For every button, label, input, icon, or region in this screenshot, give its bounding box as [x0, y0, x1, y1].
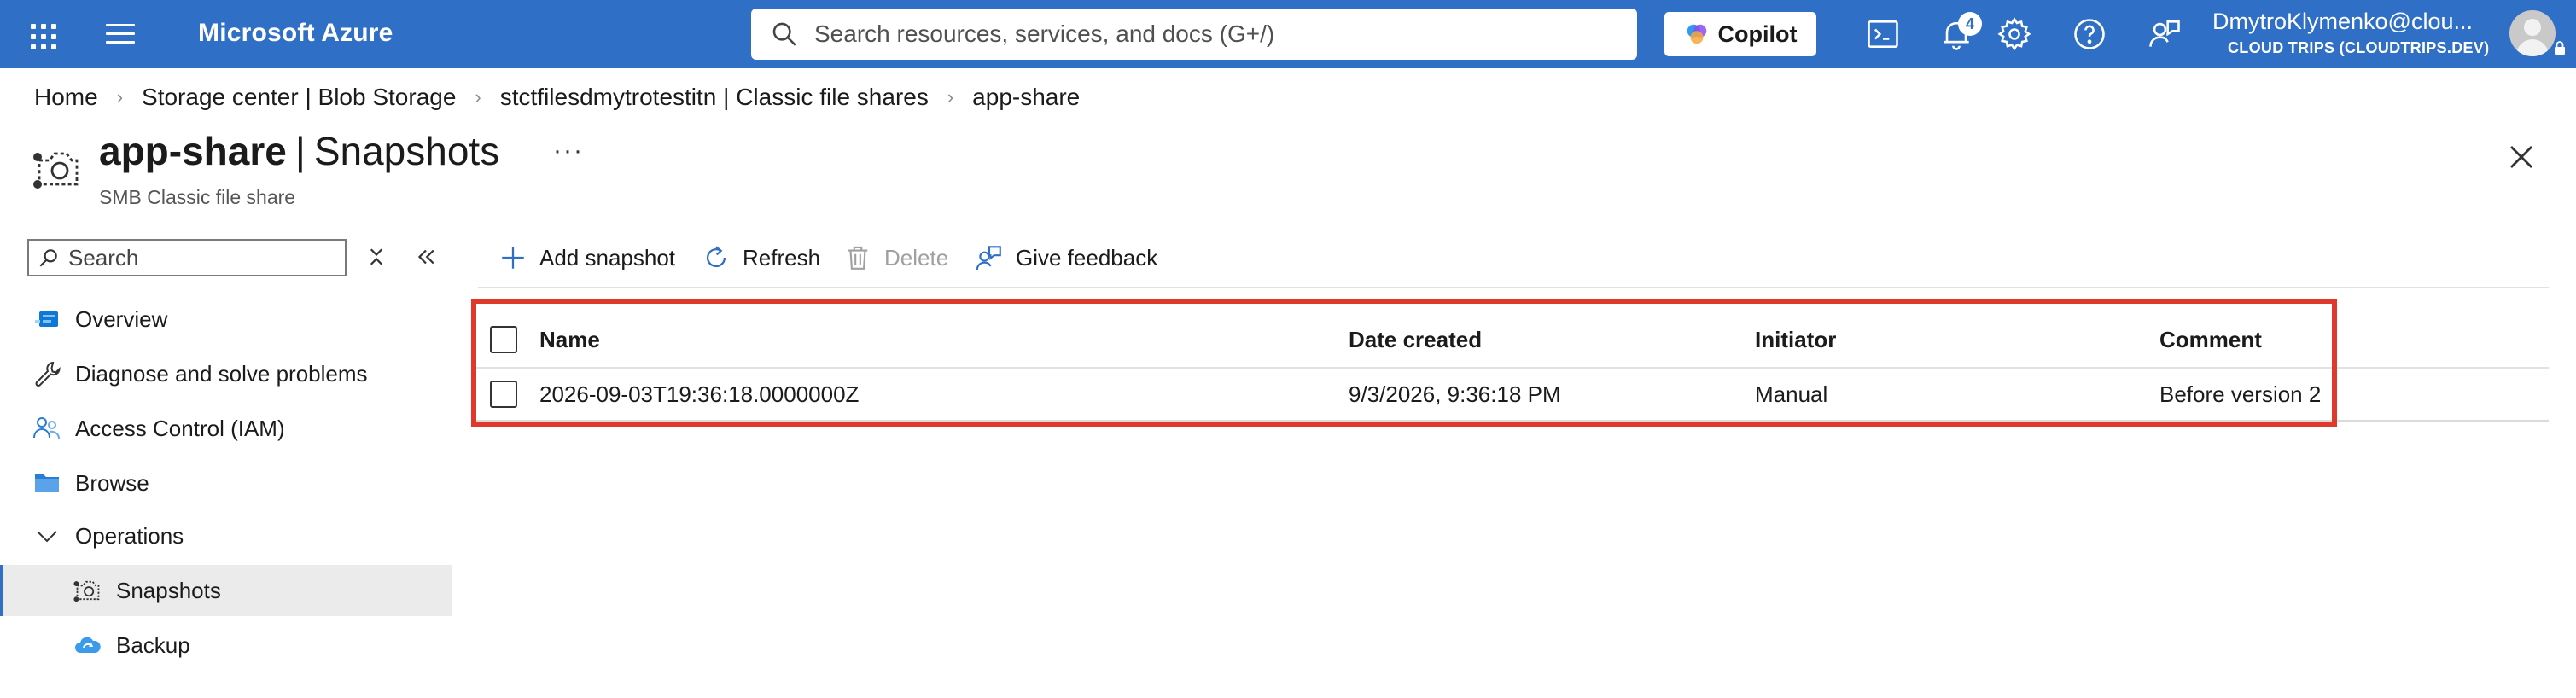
wrench-icon [35, 361, 61, 387]
breadcrumb-app-share[interactable]: app-share [972, 84, 1080, 111]
column-header-date-created[interactable]: Date created [1349, 312, 1482, 367]
nav-item-access-control[interactable]: Access Control (IAM) [0, 403, 452, 454]
cell-initiator: Manual [1755, 381, 1828, 407]
breadcrumb-storage-account[interactable]: stctfilesdmytrotestitn | Classic file sh… [500, 84, 929, 111]
nav-item-overview[interactable]: Overview [0, 294, 452, 345]
nav-item-label: Operations [75, 522, 184, 549]
chevron-right-icon: › [475, 86, 481, 108]
waffle-icon[interactable] [26, 19, 56, 49]
brand-title[interactable]: Microsoft Azure [198, 19, 393, 48]
nav-item-label: Snapshots [116, 577, 221, 603]
column-header-comment[interactable]: Comment [2159, 312, 2262, 367]
page-title: app-share | Snapshots [99, 128, 499, 174]
row-checkbox[interactable] [490, 381, 517, 408]
nav-item-label: Overview [75, 305, 168, 332]
nav-item-label: Browse [75, 469, 149, 496]
nav-item-diagnose[interactable]: Diagnose and solve problems [0, 348, 452, 399]
add-snapshot-button[interactable]: Add snapshot [498, 239, 675, 276]
chevron-right-icon: › [116, 86, 124, 108]
copilot-icon [1687, 24, 1706, 44]
more-options-icon[interactable]: ··· [553, 137, 584, 166]
snapshot-icon [73, 580, 100, 602]
column-header-initiator[interactable]: Initiator [1755, 312, 1836, 367]
global-search-input[interactable] [813, 20, 1584, 49]
breadcrumb: Home › Storage center | Blob Storage › s… [34, 84, 1080, 111]
feedback-icon[interactable] [2146, 15, 2183, 53]
avatar[interactable] [2509, 10, 2556, 56]
chevron-down-icon [37, 531, 57, 543]
cell-date-created: 9/3/2026, 9:36:18 PM [1349, 381, 1561, 407]
people-icon [33, 417, 60, 439]
resource-name: app-share [99, 129, 287, 173]
refresh-icon [707, 246, 726, 268]
help-icon[interactable] [2071, 15, 2108, 53]
give-feedback-label: Give feedback [1016, 244, 1158, 270]
collapse-menu-icon[interactable] [413, 244, 439, 270]
snapshot-resource-icon [33, 152, 79, 189]
breadcrumb-storage-center[interactable]: Storage center | Blob Storage [142, 84, 456, 111]
search-icon [39, 249, 57, 267]
refresh-button[interactable]: Refresh [702, 239, 820, 276]
top-bar: Microsoft Azure Copilot 4 [0, 0, 2576, 68]
cloud-shell-icon[interactable] [1864, 15, 1902, 53]
blade-name: Snapshots [313, 129, 500, 173]
plus-icon [502, 247, 524, 269]
nav-search-input[interactable] [67, 243, 326, 272]
table-header: Name Date created Initiator Comment [475, 312, 2549, 369]
chevron-right-icon: › [947, 86, 954, 108]
nav-item-label: Diagnose and solve problems [75, 360, 368, 387]
toolbar-divider [478, 287, 2549, 288]
title-separator: | [294, 129, 306, 173]
nav-item-label: Access Control (IAM) [75, 415, 285, 441]
table-row[interactable]: 2026-09-03T19:36:18.0000000Z 9/3/2026, 9… [475, 369, 2549, 422]
notifications-button[interactable]: 4 [1938, 12, 1982, 53]
cell-comment: Before version 2 [2159, 381, 2322, 407]
account-name[interactable]: DmytroKlymenko@clou... [2212, 9, 2473, 35]
select-all-checkbox[interactable] [490, 326, 517, 353]
backup-cloud-icon [75, 637, 101, 653]
close-icon[interactable] [2506, 142, 2537, 172]
folder-icon [35, 474, 59, 492]
search-icon [772, 22, 796, 46]
add-snapshot-label: Add snapshot [539, 244, 676, 270]
nav-item-label: Backup [116, 631, 190, 658]
overview-icon [35, 311, 58, 327]
trash-icon [848, 246, 868, 270]
cell-name[interactable]: 2026-09-03T19:36:18.0000000Z [539, 369, 859, 420]
column-header-name[interactable]: Name [539, 312, 600, 367]
nav-group-operations[interactable]: Operations [0, 510, 452, 561]
lock-icon [2555, 41, 2565, 55]
delete-button[interactable]: Delete [843, 239, 948, 276]
nav-search[interactable] [27, 239, 347, 276]
gear-icon[interactable] [1996, 15, 2033, 53]
account-directory[interactable]: CLOUD TRIPS (CLOUDTRIPS.DEV) [2228, 39, 2489, 57]
page-subtitle: SMB Classic file share [99, 186, 296, 208]
feedback-icon [976, 246, 1001, 270]
nav-item-snapshots[interactable]: Snapshots [0, 565, 452, 616]
notification-count-badge: 4 [1958, 12, 1982, 36]
hamburger-icon[interactable] [106, 24, 135, 44]
refresh-label: Refresh [743, 244, 821, 270]
copilot-label: Copilot [1717, 20, 1798, 47]
breadcrumb-home[interactable]: Home [34, 84, 98, 111]
global-search[interactable] [751, 9, 1637, 60]
nav-item-browse[interactable]: Browse [0, 457, 452, 509]
give-feedback-button[interactable]: Give feedback [975, 239, 1157, 276]
collapse-all-icon[interactable] [364, 244, 389, 270]
nav-item-backup[interactable]: Backup [0, 619, 452, 671]
copilot-button[interactable]: Copilot [1664, 12, 1816, 56]
delete-label: Delete [884, 244, 949, 270]
